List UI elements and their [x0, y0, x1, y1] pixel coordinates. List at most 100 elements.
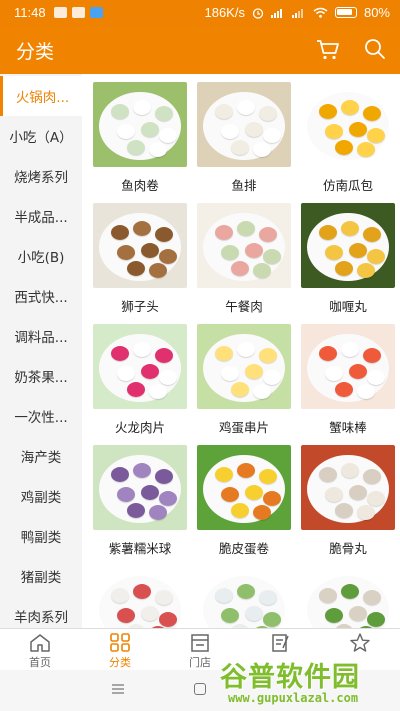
- product-card[interactable]: 狮子头: [90, 203, 190, 324]
- product-card[interactable]: 鱼肉卷: [90, 82, 190, 203]
- food-piece: [155, 590, 173, 605]
- cart-icon[interactable]: [316, 39, 340, 61]
- sidebar-item[interactable]: 鸭副类: [0, 516, 82, 556]
- alarm-icon: [252, 7, 264, 19]
- product-card[interactable]: [194, 566, 294, 628]
- sidebar-item[interactable]: 奶茶果...: [0, 356, 82, 396]
- food-piece: [349, 485, 367, 500]
- food-piece: [221, 487, 239, 502]
- food-piece: [117, 245, 135, 260]
- home-button-icon[interactable]: [194, 683, 206, 695]
- product-image[interactable]: [301, 203, 395, 288]
- food-piece: [231, 261, 249, 276]
- food-piece: [245, 122, 263, 137]
- product-card[interactable]: 鸡蛋串片: [194, 324, 294, 445]
- product-card[interactable]: 仿南瓜包: [298, 82, 398, 203]
- product-image[interactable]: [93, 203, 187, 288]
- food-piece: [111, 225, 129, 240]
- food-piece: [117, 608, 135, 623]
- home-icon: [30, 634, 50, 652]
- food-piece: [127, 261, 145, 276]
- food-piece: [335, 140, 353, 155]
- food-piece: [141, 122, 159, 137]
- product-image[interactable]: [301, 566, 395, 628]
- food-piece: [357, 384, 375, 399]
- tab-home[interactable]: 首页: [0, 629, 80, 671]
- search-icon[interactable]: [364, 38, 386, 60]
- tab-category[interactable]: 分类: [80, 629, 160, 671]
- food-piece: [117, 366, 135, 381]
- food-piece: [335, 503, 353, 518]
- product-image[interactable]: [197, 324, 291, 409]
- food-piece: [155, 227, 173, 242]
- product-image[interactable]: [93, 445, 187, 530]
- sidebar-item[interactable]: 小吃（A）: [0, 116, 82, 156]
- food-piece: [367, 491, 385, 506]
- product-image[interactable]: [93, 82, 187, 167]
- food-piece: [263, 370, 281, 385]
- food-piece: [141, 606, 159, 621]
- product-card[interactable]: 脆骨丸: [298, 445, 398, 566]
- food-piece: [141, 364, 159, 379]
- food-piece: [263, 249, 281, 264]
- product-card[interactable]: 脆皮蛋卷: [194, 445, 294, 566]
- sidebar-item[interactable]: 西式快...: [0, 276, 82, 316]
- product-image[interactable]: [301, 445, 395, 530]
- sidebar-item[interactable]: 半成品...: [0, 196, 82, 236]
- menu-icon[interactable]: [112, 684, 124, 694]
- product-name: 脆皮蛋卷: [218, 541, 269, 556]
- food-piece: [357, 505, 375, 520]
- food-piece: [349, 364, 367, 379]
- category-sidebar[interactable]: 火锅肉... 小吃（A） 烧烤系列 半成品... 小吃(B) 西式快... 调料品... 奶茶…: [0, 74, 82, 628]
- food-piece: [133, 342, 151, 357]
- product-card[interactable]: 火龙肉片: [90, 324, 190, 445]
- food-piece: [263, 612, 281, 627]
- sidebar-item[interactable]: 调料品...: [0, 316, 82, 356]
- food-piece: [237, 100, 255, 115]
- food-piece: [133, 584, 151, 599]
- food-piece: [237, 463, 255, 478]
- product-name: 鱼肉卷: [121, 178, 159, 193]
- product-card[interactable]: 蟹味棒: [298, 324, 398, 445]
- status-bar: 11:48 186K/s 80%: [0, 0, 400, 26]
- product-card[interactable]: [90, 566, 190, 628]
- sidebar-item[interactable]: 烧烤系列: [0, 156, 82, 196]
- product-image[interactable]: [197, 203, 291, 288]
- food-piece: [341, 342, 359, 357]
- food-piece: [367, 370, 385, 385]
- product-image[interactable]: [301, 82, 395, 167]
- product-card[interactable]: 紫薯糯米球: [90, 445, 190, 566]
- product-card[interactable]: [298, 566, 398, 628]
- product-name: 鱼排: [231, 178, 257, 193]
- product-image[interactable]: [197, 445, 291, 530]
- food-piece: [319, 104, 337, 119]
- sidebar-item[interactable]: 羊肉系列: [0, 596, 82, 628]
- status-right: 186K/s 80%: [204, 5, 390, 20]
- food-piece: [149, 505, 167, 520]
- food-piece: [159, 249, 177, 264]
- food-piece: [221, 124, 239, 139]
- food-piece: [363, 348, 381, 363]
- sidebar-item[interactable]: 火锅肉...: [0, 76, 82, 116]
- product-image[interactable]: [301, 324, 395, 409]
- product-image[interactable]: [93, 566, 187, 628]
- food-piece: [111, 467, 129, 482]
- product-image[interactable]: [197, 82, 291, 167]
- sidebar-item[interactable]: 鸡副类: [0, 476, 82, 516]
- sidebar-item[interactable]: 猪副类: [0, 556, 82, 596]
- sidebar-item[interactable]: 海产类: [0, 436, 82, 476]
- food-piece: [237, 221, 255, 236]
- food-piece: [253, 263, 271, 278]
- product-image[interactable]: [197, 566, 291, 628]
- product-card[interactable]: 咖喱丸: [298, 203, 398, 324]
- food-piece: [363, 469, 381, 484]
- sidebar-item[interactable]: 小吃(B): [0, 236, 82, 276]
- category-icon: [110, 633, 130, 652]
- star-icon: [350, 633, 370, 652]
- food-piece: [367, 128, 385, 143]
- product-card[interactable]: 午餐肉: [194, 203, 294, 324]
- sidebar-item[interactable]: 一次性...: [0, 396, 82, 436]
- product-image[interactable]: [93, 324, 187, 409]
- product-card[interactable]: 鱼排: [194, 82, 294, 203]
- food-piece: [215, 588, 233, 603]
